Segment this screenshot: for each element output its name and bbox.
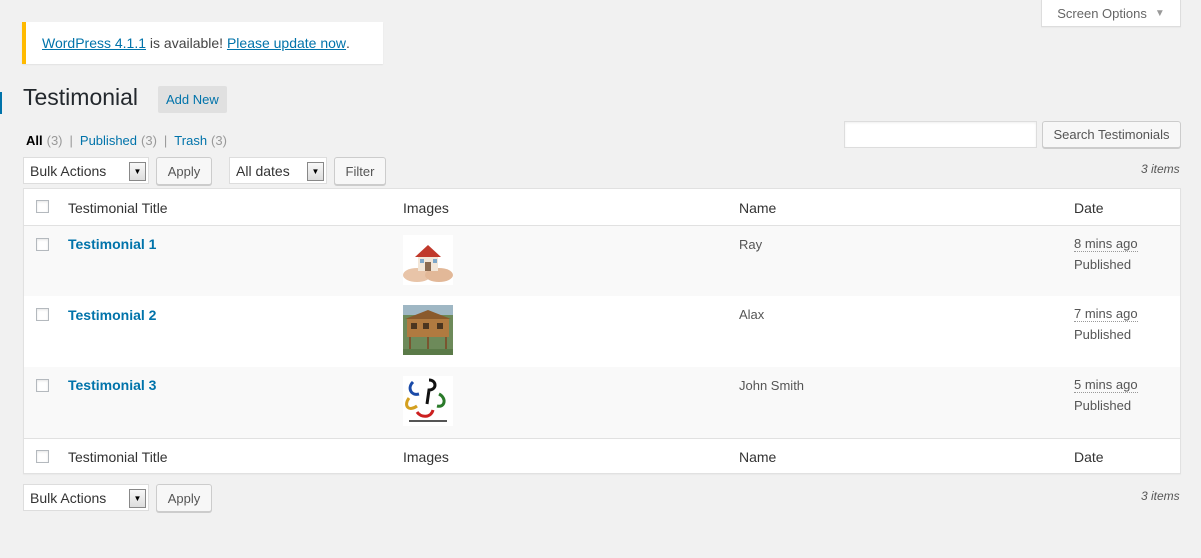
bulk-actions-value: Bulk Actions <box>30 162 107 179</box>
row-status: Published <box>1074 398 1132 413</box>
row-title-link[interactable]: Testimonial 1 <box>68 236 156 252</box>
apply-button-top[interactable]: Apply <box>156 157 212 185</box>
table-row: Testimonial 2 Alax 7 mins ago Published <box>24 296 1180 367</box>
items-count-bottom: 3 items <box>1141 489 1180 503</box>
filter-all[interactable]: All <box>26 133 43 148</box>
page-title: Testimonial <box>23 84 139 110</box>
update-notice: WordPress 4.1.1 is available! Please upd… <box>22 22 383 64</box>
date-filter-value: All dates <box>236 162 290 179</box>
apply-button-bottom[interactable]: Apply <box>156 484 212 512</box>
dropdown-arrow-icon: ▼ <box>129 162 146 181</box>
filter-published-count: (3) <box>141 133 157 148</box>
column-images: Images <box>403 200 449 216</box>
admin-menu-edge <box>0 92 2 114</box>
table-footer: Testimonial Title Images Name Date <box>24 438 1180 474</box>
column-name[interactable]: Name <box>739 200 776 216</box>
row-checkbox[interactable] <box>36 238 49 251</box>
filter-all-count: (3) <box>46 133 63 148</box>
filter-separator: | <box>69 133 73 148</box>
status-filters: All (3) | Published (3) | Trash (3) <box>26 133 227 148</box>
filter-published[interactable]: Published <box>80 133 137 148</box>
select-all-checkbox[interactable] <box>36 200 49 213</box>
column-images-footer: Images <box>403 449 449 465</box>
column-name-footer[interactable]: Name <box>739 449 776 465</box>
column-date[interactable]: Date <box>1074 200 1104 216</box>
column-title[interactable]: Testimonial Title <box>68 200 168 216</box>
add-new-button[interactable]: Add New <box>158 86 227 113</box>
bulk-actions-select-bottom[interactable]: Bulk Actions ▼ <box>23 484 149 511</box>
select-all-checkbox-footer[interactable] <box>36 450 49 463</box>
screen-options-button[interactable]: Screen Options ▼ <box>1041 0 1181 27</box>
colorful-logo-image <box>403 376 453 426</box>
row-status: Published <box>1074 257 1132 272</box>
row-name: Alax <box>739 307 765 322</box>
notice-period: . <box>346 35 350 51</box>
dropdown-arrow-icon: ▼ <box>307 162 324 181</box>
filter-trash-count: (3) <box>211 133 227 148</box>
notice-text: is available! <box>146 35 227 51</box>
row-title-link[interactable]: Testimonial 3 <box>68 377 156 393</box>
row-status: Published <box>1074 327 1132 342</box>
row-date-ago: 7 mins ago <box>1074 306 1138 322</box>
house-in-hands-image <box>403 235 453 285</box>
testimonials-table: Testimonial Title Images Name Date Testi… <box>23 188 1181 474</box>
update-now-link[interactable]: Please update now <box>227 35 346 51</box>
row-name: John Smith <box>739 378 805 393</box>
row-name: Ray <box>739 237 763 252</box>
column-title-footer[interactable]: Testimonial Title <box>68 449 168 465</box>
items-count-top: 3 items <box>1141 162 1180 176</box>
column-date-footer[interactable]: Date <box>1074 449 1104 465</box>
bulk-actions-select-top[interactable]: Bulk Actions ▼ <box>23 157 149 184</box>
row-checkbox[interactable] <box>36 308 49 321</box>
caret-down-icon: ▼ <box>1154 7 1165 19</box>
search-testimonials-button[interactable]: Search Testimonials <box>1042 121 1181 148</box>
date-filter-select[interactable]: All dates ▼ <box>229 157 327 184</box>
filter-trash[interactable]: Trash <box>174 133 207 148</box>
filter-separator: | <box>163 133 168 148</box>
screen-options-label: Screen Options <box>1057 5 1147 21</box>
table-header: Testimonial Title Images Name Date <box>24 189 1180 226</box>
dropdown-arrow-icon: ▼ <box>129 489 146 508</box>
row-checkbox[interactable] <box>36 379 49 392</box>
wordpress-version-link[interactable]: WordPress 4.1.1 <box>42 35 146 51</box>
table-row: Testimonial 1 Ray 8 mins ago Published <box>24 226 1180 296</box>
table-row: Testimonial 3 John Smith 5 mins ago Publ… <box>24 367 1180 438</box>
row-date-ago: 8 mins ago <box>1074 236 1138 252</box>
bulk-actions-value: Bulk Actions <box>30 489 107 506</box>
filter-button[interactable]: Filter <box>334 157 386 185</box>
wooden-house-image <box>403 305 453 355</box>
row-date-ago: 5 mins ago <box>1074 377 1138 393</box>
search-input[interactable] <box>844 121 1037 148</box>
row-title-link[interactable]: Testimonial 2 <box>68 307 156 323</box>
